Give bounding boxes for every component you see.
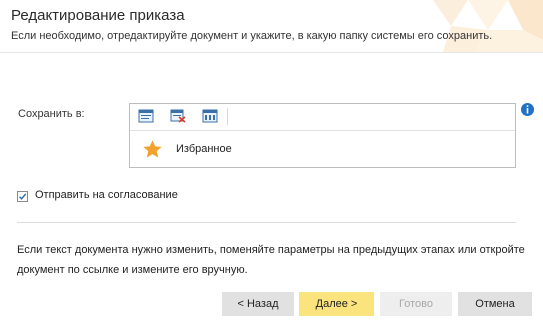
edit-note: Если текст документа нужно изменить, пом… [17,244,525,276]
toolbar-separator [227,108,228,125]
checkmark-icon [19,193,27,200]
dialog-title: Редактирование приказа [11,7,185,24]
section-divider [17,222,516,223]
info-icon[interactable] [521,103,534,116]
header-decoration [433,0,543,52]
folder-rename-icon[interactable] [202,109,218,123]
folder-add-icon[interactable] [138,109,154,123]
next-button[interactable]: Далее > [299,292,374,316]
cancel-button[interactable]: Отмена [458,292,532,316]
folder-item-label: Избранное [176,143,232,155]
dialog-subtitle: Если необходимо, отредактируйте документ… [11,30,493,42]
header-divider [0,52,543,53]
send-for-approval-label[interactable]: Отправить на согласование [35,189,178,201]
folder-toolbar [130,104,515,131]
dialog-header: Редактирование приказа Если необходимо, … [0,0,543,52]
folder-remove-icon[interactable] [170,109,186,123]
star-icon [143,140,162,158]
save-to-label: Сохранить в: [18,108,85,120]
folder-tree: Избранное [129,103,516,168]
back-button[interactable]: < Назад [222,292,294,316]
done-button[interactable]: Готово [380,292,452,316]
send-for-approval-checkbox[interactable] [17,191,28,202]
folder-item-favorites[interactable]: Избранное [140,138,500,162]
